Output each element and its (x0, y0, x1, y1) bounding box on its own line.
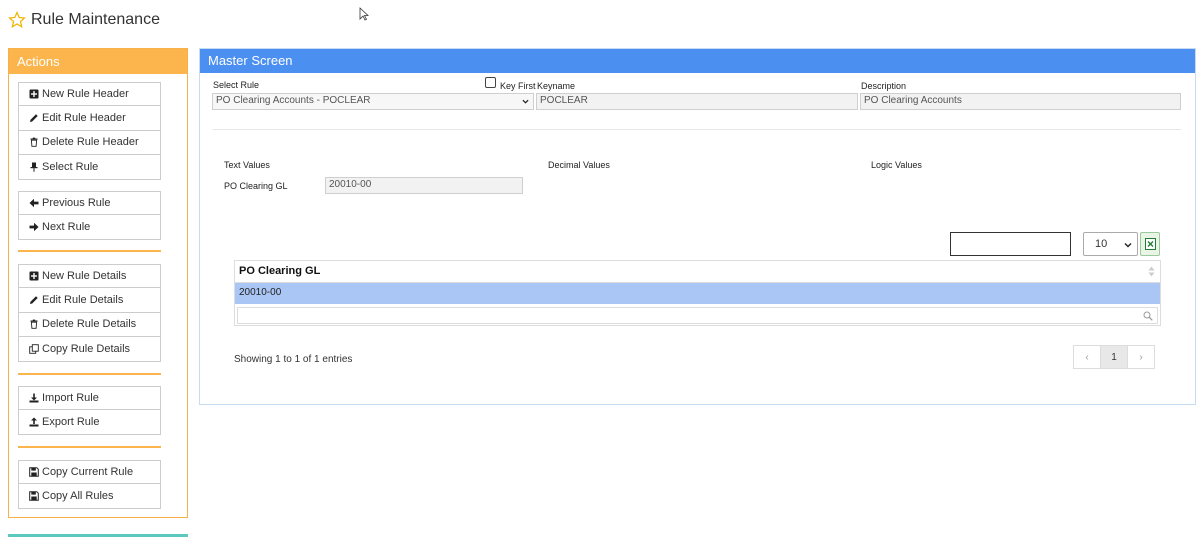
trash-icon (30, 320, 38, 330)
chevron-down-icon (522, 99, 529, 104)
upload-icon (29, 417, 39, 427)
select-rule-value: PO Clearing Accounts - POCLEAR (216, 95, 371, 106)
key-first-checkbox[interactable] (485, 77, 496, 88)
logic-values-label: Logic Values (871, 160, 922, 170)
pagination-next-button[interactable]: › (1127, 345, 1155, 369)
search-icon (1143, 311, 1153, 321)
page-title: Rule Maintenance (31, 11, 160, 28)
plus-square-icon (29, 89, 39, 99)
copy-rule-details-label: Copy Rule Details (42, 342, 131, 355)
copy-current-rule-button[interactable]: Copy Current Rule (18, 460, 161, 485)
save-icon (29, 467, 39, 477)
edit-rule-details-button[interactable]: Edit Rule Details (18, 288, 161, 313)
copy-all-rules-button[interactable]: Copy All Rules (18, 484, 161, 509)
edit-rule-header-button[interactable]: Edit Rule Header (18, 106, 161, 131)
po-clearing-gl-field[interactable]: 20010-00 (325, 177, 523, 194)
keyname-field[interactable]: POCLEAR (536, 93, 858, 110)
description-field[interactable]: PO Clearing Accounts (860, 93, 1181, 110)
import-rule-label: Import Rule (42, 392, 99, 405)
arrow-right-icon (29, 222, 39, 232)
table-cell: 20010-00 (239, 287, 282, 298)
download-icon (29, 393, 39, 403)
column-filter-input[interactable] (237, 307, 1158, 324)
table-search-input[interactable] (950, 232, 1071, 256)
sort-icon[interactable] (1148, 266, 1155, 277)
pencil-icon (30, 296, 38, 305)
actions-divider (18, 250, 161, 252)
export-rule-button[interactable]: Export Rule (18, 410, 161, 435)
rule-details-button-group: New Rule Details Edit Rule Details Delet… (18, 264, 161, 362)
delete-rule-details-label: Delete Rule Details (42, 318, 137, 331)
copy-rules-button-group: Copy Current Rule Copy All Rules (18, 460, 161, 509)
table-info-text: Showing 1 to 1 of 1 entries (234, 354, 353, 365)
po-clearing-gl-label: PO Clearing GL (224, 181, 288, 191)
previous-rule-button[interactable]: Previous Rule (18, 191, 161, 216)
select-rule-button[interactable]: Select Rule (18, 155, 161, 180)
pagination-page-button[interactable]: 1 (1100, 345, 1128, 369)
column-header-label: PO Clearing GL (239, 265, 321, 277)
star-icon[interactable] (8, 11, 26, 29)
edit-rule-header-label: Edit Rule Header (42, 112, 126, 125)
page-size-select[interactable]: 10 (1083, 232, 1138, 256)
page-size-value: 10 (1095, 238, 1108, 250)
decimal-values-label: Decimal Values (548, 160, 610, 170)
navigation-button-group: Previous Rule Next Rule (18, 191, 161, 240)
copy-icon (29, 344, 39, 354)
master-screen-panel: Master Screen Select Rule PO Clearing Ac… (199, 48, 1196, 405)
chevron-down-icon (1124, 243, 1132, 248)
pagination: ‹ 1 › (1073, 345, 1155, 369)
arrow-left-icon (29, 198, 39, 208)
new-rule-header-button[interactable]: New Rule Header (18, 82, 161, 107)
copy-rule-details-button[interactable]: Copy Rule Details (18, 337, 161, 362)
rule-details-table: PO Clearing GL 20010-00 (234, 260, 1161, 326)
edit-rule-details-label: Edit Rule Details (42, 294, 124, 307)
page-header: Rule Maintenance (8, 8, 160, 32)
previous-rule-label: Previous Rule (42, 197, 111, 210)
next-rule-button[interactable]: Next Rule (18, 215, 161, 240)
key-first-label: Key First (500, 81, 536, 91)
delete-rule-header-button[interactable]: Delete Rule Header (18, 130, 161, 156)
copy-current-rule-label: Copy Current Rule (42, 466, 134, 479)
new-rule-details-label: New Rule Details (42, 270, 127, 283)
table-row[interactable]: 20010-00 (235, 283, 1160, 304)
actions-divider (18, 373, 161, 375)
text-values-label: Text Values (224, 160, 270, 170)
new-rule-details-button[interactable]: New Rule Details (18, 264, 161, 289)
delete-rule-header-label: Delete Rule Header (42, 136, 139, 149)
column-header-po-clearing-gl[interactable]: PO Clearing GL (235, 261, 1160, 283)
export-rule-label: Export Rule (42, 416, 100, 429)
pin-icon (30, 162, 38, 172)
delete-rule-details-button[interactable]: Delete Rule Details (18, 312, 161, 338)
actions-divider (18, 446, 161, 448)
trash-icon (30, 138, 38, 148)
select-rule-label: Select Rule (213, 80, 260, 90)
import-export-button-group: Import Rule Export Rule (18, 386, 161, 435)
select-rule-label: Select Rule (42, 160, 99, 173)
master-screen-title: Master Screen (200, 49, 1195, 73)
import-rule-button[interactable]: Import Rule (18, 386, 161, 411)
keyname-label: Keyname (537, 81, 576, 91)
actions-title: Actions (9, 49, 187, 74)
save-icon (29, 491, 39, 501)
copy-all-rules-label: Copy All Rules (42, 490, 114, 503)
rule-header-button-group: New Rule Header Edit Rule Header Delete … (18, 82, 161, 180)
mouse-cursor-icon (359, 7, 369, 21)
pencil-icon (30, 114, 38, 123)
excel-icon (1144, 238, 1156, 250)
next-rule-label: Next Rule (42, 221, 91, 234)
select-rule-dropdown[interactable]: PO Clearing Accounts - POCLEAR (212, 93, 534, 110)
plus-square-icon (29, 271, 39, 281)
description-label: Description (861, 81, 907, 91)
new-rule-header-label: New Rule Header (42, 88, 129, 101)
pagination-prev-button[interactable]: ‹ (1073, 345, 1101, 369)
export-excel-button[interactable] (1140, 232, 1160, 256)
section-divider (213, 129, 1181, 130)
